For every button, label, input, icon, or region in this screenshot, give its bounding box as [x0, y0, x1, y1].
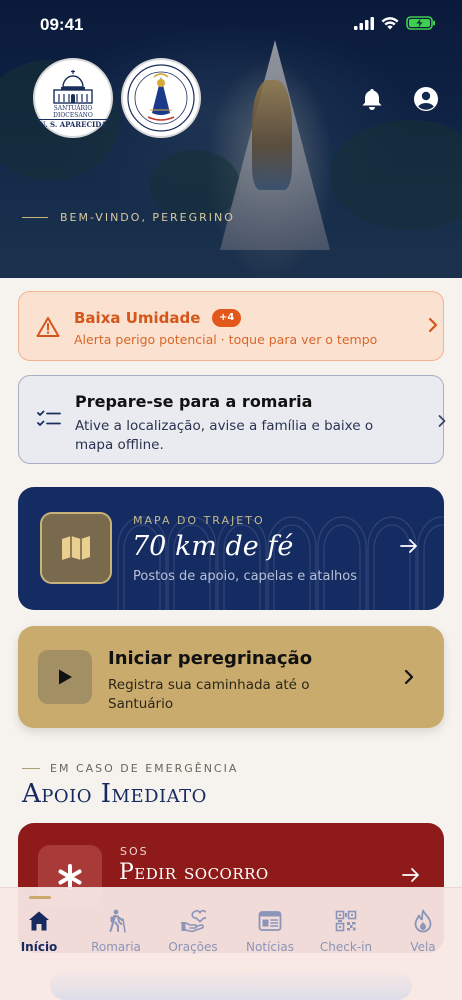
sos-eyebrow: SOS — [120, 845, 149, 858]
welcome-text: BEM-VINDO, PEREGRINO — [60, 211, 235, 224]
arrow-right-icon — [402, 868, 419, 882]
play-button-box — [38, 650, 92, 704]
tab-oracoes[interactable]: Orações — [158, 908, 228, 958]
tab-label: Notícias — [246, 940, 294, 954]
tab-vela[interactable]: Vela — [388, 908, 458, 958]
home-indicator-glow — [50, 970, 412, 1000]
profile-button[interactable] — [413, 86, 439, 112]
tab-label: Vela — [410, 940, 436, 954]
start-title: Iniciar peregrinação — [108, 648, 313, 669]
status-bar: 09:41 — [0, 0, 462, 50]
alert-title: Baixa Umidade — [74, 309, 201, 327]
wifi-icon — [381, 16, 399, 29]
tab-inicio[interactable]: Início — [4, 908, 74, 958]
prepare-title: Prepare-se para a romaria — [75, 392, 313, 411]
notifications-button[interactable] — [359, 86, 385, 112]
tab-label: Romaria — [91, 940, 141, 954]
tab-label: Início — [20, 940, 58, 954]
checklist-icon — [37, 410, 61, 426]
home-icon — [29, 911, 49, 931]
flame-icon — [414, 909, 432, 933]
arrow-right-icon — [400, 539, 417, 553]
start-pilgrimage-card[interactable]: Iniciar peregrinação Registra sua caminh… — [18, 626, 444, 728]
emergency-divider — [22, 768, 40, 769]
prepare-romaria-card[interactable]: Prepare-se para a romaria Ative a locali… — [18, 375, 446, 464]
welcome-label: BEM-VINDO, PEREGRINO — [22, 211, 235, 224]
map-title: 70 km de fé — [132, 531, 294, 562]
play-icon — [59, 669, 72, 685]
map-icon-box — [40, 512, 112, 584]
emergency-section-title: Apoio Imediato — [22, 779, 207, 809]
association-seal-logo — [121, 58, 201, 138]
emergency-eyebrow: EM CASO DE EMERGÊNCIA — [22, 762, 238, 775]
status-time: 09:41 — [40, 15, 84, 34]
tab-check-in[interactable]: Check-in — [311, 908, 381, 958]
emergency-eyebrow-text: EM CASO DE EMERGÊNCIA — [50, 762, 239, 775]
welcome-divider — [22, 217, 48, 218]
active-tab-indicator — [29, 896, 51, 899]
weather-alert-card[interactable]: Baixa Umidade +4 Alerta perigo potencial… — [18, 291, 444, 361]
map-eyebrow: MAPA DO TRAJETO — [133, 514, 265, 527]
map-subtitle: Postos de apoio, capelas e atalhos — [133, 569, 358, 584]
hiker-icon — [109, 909, 126, 933]
sanctuary-logo: SANTUÁRIO DIOCESANO N. S. APARECIDA — [33, 58, 113, 138]
home-screen: 09:41 SANTUÁRIO DIOCESANO N. S. APARECID… — [0, 0, 462, 1000]
alert-subtitle: Alerta perigo potencial · toque para ver… — [74, 332, 378, 347]
logo-caption-top: SANTUÁRIO DIOCESANO — [53, 104, 93, 119]
route-map-card[interactable]: MAPA DO TRAJETO 70 km de fé Postos de ap… — [18, 487, 444, 610]
chevron-right-icon — [404, 669, 414, 685]
tab-romaria[interactable]: Romaria — [81, 908, 151, 958]
logo-caption-main: N. S. APARECIDA — [35, 118, 111, 129]
bell-icon — [362, 89, 382, 110]
start-subtitle: Registra sua caminhada até o Santuário — [108, 677, 310, 712]
battery-charging-icon — [406, 16, 435, 30]
basilica-icon — [53, 69, 93, 104]
prepare-subtitle: Ative a localização, avise a família e b… — [75, 418, 374, 453]
chevron-right-icon — [438, 415, 446, 427]
cellular-signal-icon — [354, 16, 374, 30]
sos-title: Pedir socorro — [119, 860, 269, 885]
newspaper-icon — [258, 911, 282, 931]
tab-label: Orações — [168, 940, 218, 954]
tab-label: Check-in — [319, 940, 373, 954]
user-circle-icon — [414, 87, 438, 111]
our-lady-seal-icon — [127, 64, 195, 132]
warning-icon — [36, 317, 60, 337]
folded-map-icon — [62, 536, 90, 560]
hands-heart-icon — [180, 909, 206, 933]
chevron-right-icon — [428, 317, 438, 333]
alert-count-badge: +4 — [212, 309, 242, 327]
qr-code-icon — [335, 910, 357, 932]
tab-noticias[interactable]: Notícias — [235, 908, 305, 958]
